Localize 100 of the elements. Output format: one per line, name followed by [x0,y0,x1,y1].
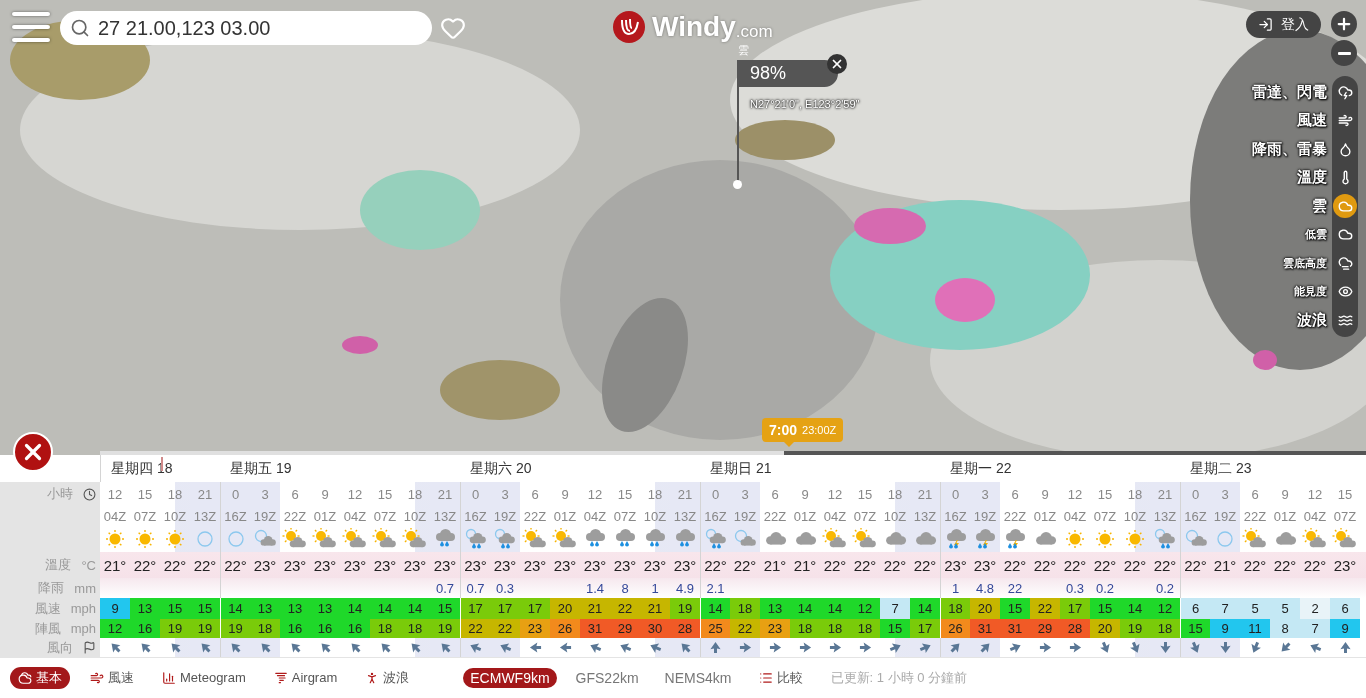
sun-cloud-icon [552,528,578,550]
hour-text: 15 [1336,485,1354,504]
wind-speed-cell: 13 [310,598,340,619]
layer-item[interactable]: 降雨、雷暴 [1252,135,1358,164]
temperature-value: 23° [432,555,458,576]
temperature-value: 23° [342,555,368,576]
hour-text: 9 [1280,485,1290,504]
cloud-icon [1337,227,1353,243]
hour-text: 12 [106,485,124,504]
wind-speed-cell: 19 [670,598,700,619]
unit-label: °C [81,557,96,573]
gust-cell: 18 [250,619,280,638]
lightning-cloud-icon [1337,84,1353,100]
layer-item[interactable]: 雲底高度 [1283,249,1358,278]
search-icon [70,18,90,38]
view-tab[interactable]: Meteogram [154,668,254,687]
gust-cell: 23 [760,619,790,638]
wind-icon [90,670,104,685]
day-heading: 星期二 23 [1189,458,1253,478]
wind-arrow-icon [738,641,752,654]
utc-hour-text: 07Z [612,507,638,526]
temperature-value: 23° [372,555,398,576]
wind-speed-cell: 14 [220,598,250,619]
layer-item[interactable]: 能見度 [1294,277,1358,306]
now-marker [161,457,163,471]
gust-cell: 18 [850,619,880,638]
sun-cloud-icon [1302,528,1328,550]
hour-text: 6 [1250,485,1260,504]
model-tab[interactable]: GFS22km [568,667,646,688]
hour-text: 6 [530,485,540,504]
temperature-value: 21° [762,555,788,576]
utc-hour-text: 16Z [940,506,970,526]
temperature-value: 23° [552,555,578,576]
layer-item[interactable]: 溫度 [1297,163,1358,192]
temperature-value: 23° [252,555,278,576]
hour-text: 6 [1010,485,1020,504]
wind-speed-cell: 20 [970,598,1000,619]
layer-item[interactable]: 雲 [1312,192,1358,221]
hour-text: 0 [940,482,970,506]
row-label: 溫度 [45,556,72,574]
rain-value: 0.3 [494,579,516,598]
utc-hour-text: 19Z [730,506,760,526]
layer-item[interactable]: 雷達、閃電 [1252,78,1358,107]
wind-speed-cell: 17 [490,598,520,619]
model-tab[interactable]: ECMWF9km [463,667,557,688]
search-field[interactable]: 27 21.00,123 03.00 [60,11,432,45]
utc-hour-text: 22Z [522,507,548,526]
rain-value: 1.4 [584,579,606,598]
gust-cell: 15 [1180,619,1210,638]
layer-item[interactable]: 波浪 [1297,306,1358,335]
gust-cell: 18 [820,619,850,638]
compare-button[interactable]: 比較 [750,666,811,689]
layer-item[interactable]: 低雲 [1305,220,1358,249]
wind-arrow-icon [768,641,782,654]
view-tab[interactable]: 波浪 [357,666,418,689]
gust-cell: 20 [1090,619,1120,638]
timeline-track[interactable] [100,451,1366,455]
hour-text: 12 [826,485,844,504]
gust-cell: 9 [1330,619,1360,638]
utc-hour-text: 16Z [220,506,250,526]
list-icon [758,670,773,685]
wind-speed-cell: 14 [400,598,430,619]
view-tab[interactable]: 風速 [82,666,142,689]
cloud-icon [1337,198,1353,214]
gust-cell: 15 [880,619,910,638]
hour-text: 15 [616,485,634,504]
wind-arrow-icon [858,641,872,654]
temperature-value: 22° [912,555,938,576]
wind-speed-cell: 13 [760,598,790,619]
layer-item[interactable]: 風速 [1297,106,1358,135]
moon-rain-icon [1152,528,1178,550]
hour-text: 12 [1066,485,1084,504]
wind-speed-cell: 14 [370,598,400,619]
search-input[interactable]: 27 21.00,123 03.00 [96,15,420,41]
view-tab[interactable]: Airgram [265,668,346,687]
model-tab[interactable]: NEMS4km [657,667,739,688]
wind-arrow-icon [558,641,572,654]
utc-hour-text: 04Z [822,507,848,526]
wind-arrow-icon [1218,641,1232,654]
location-dot[interactable] [733,180,742,189]
rain-value: 0.2 [1094,579,1116,598]
close-icon [830,57,844,71]
gust-cell: 16 [310,619,340,638]
temperature-value: 23° [612,555,638,576]
wind-speed-cell: 15 [430,598,460,619]
day-heading: 星期一 22 [949,458,1013,478]
sun-cloud-icon [372,528,398,550]
temperature-value: 22° [1032,555,1058,576]
waves-icon [1337,312,1353,328]
gust-cell: 29 [1030,619,1060,638]
menu-button[interactable] [12,12,50,42]
row-label: 風速 [34,599,61,618]
gust-cell: 19 [220,619,250,638]
temperature-value: 23° [492,555,518,576]
login-button[interactable]: 登入 [1246,11,1321,38]
view-tab[interactable]: 基本 [10,666,70,689]
hour-text: 3 [490,482,520,506]
rain-value: 4.8 [974,579,996,598]
login-icon [1258,17,1273,32]
close-button[interactable] [13,432,53,472]
